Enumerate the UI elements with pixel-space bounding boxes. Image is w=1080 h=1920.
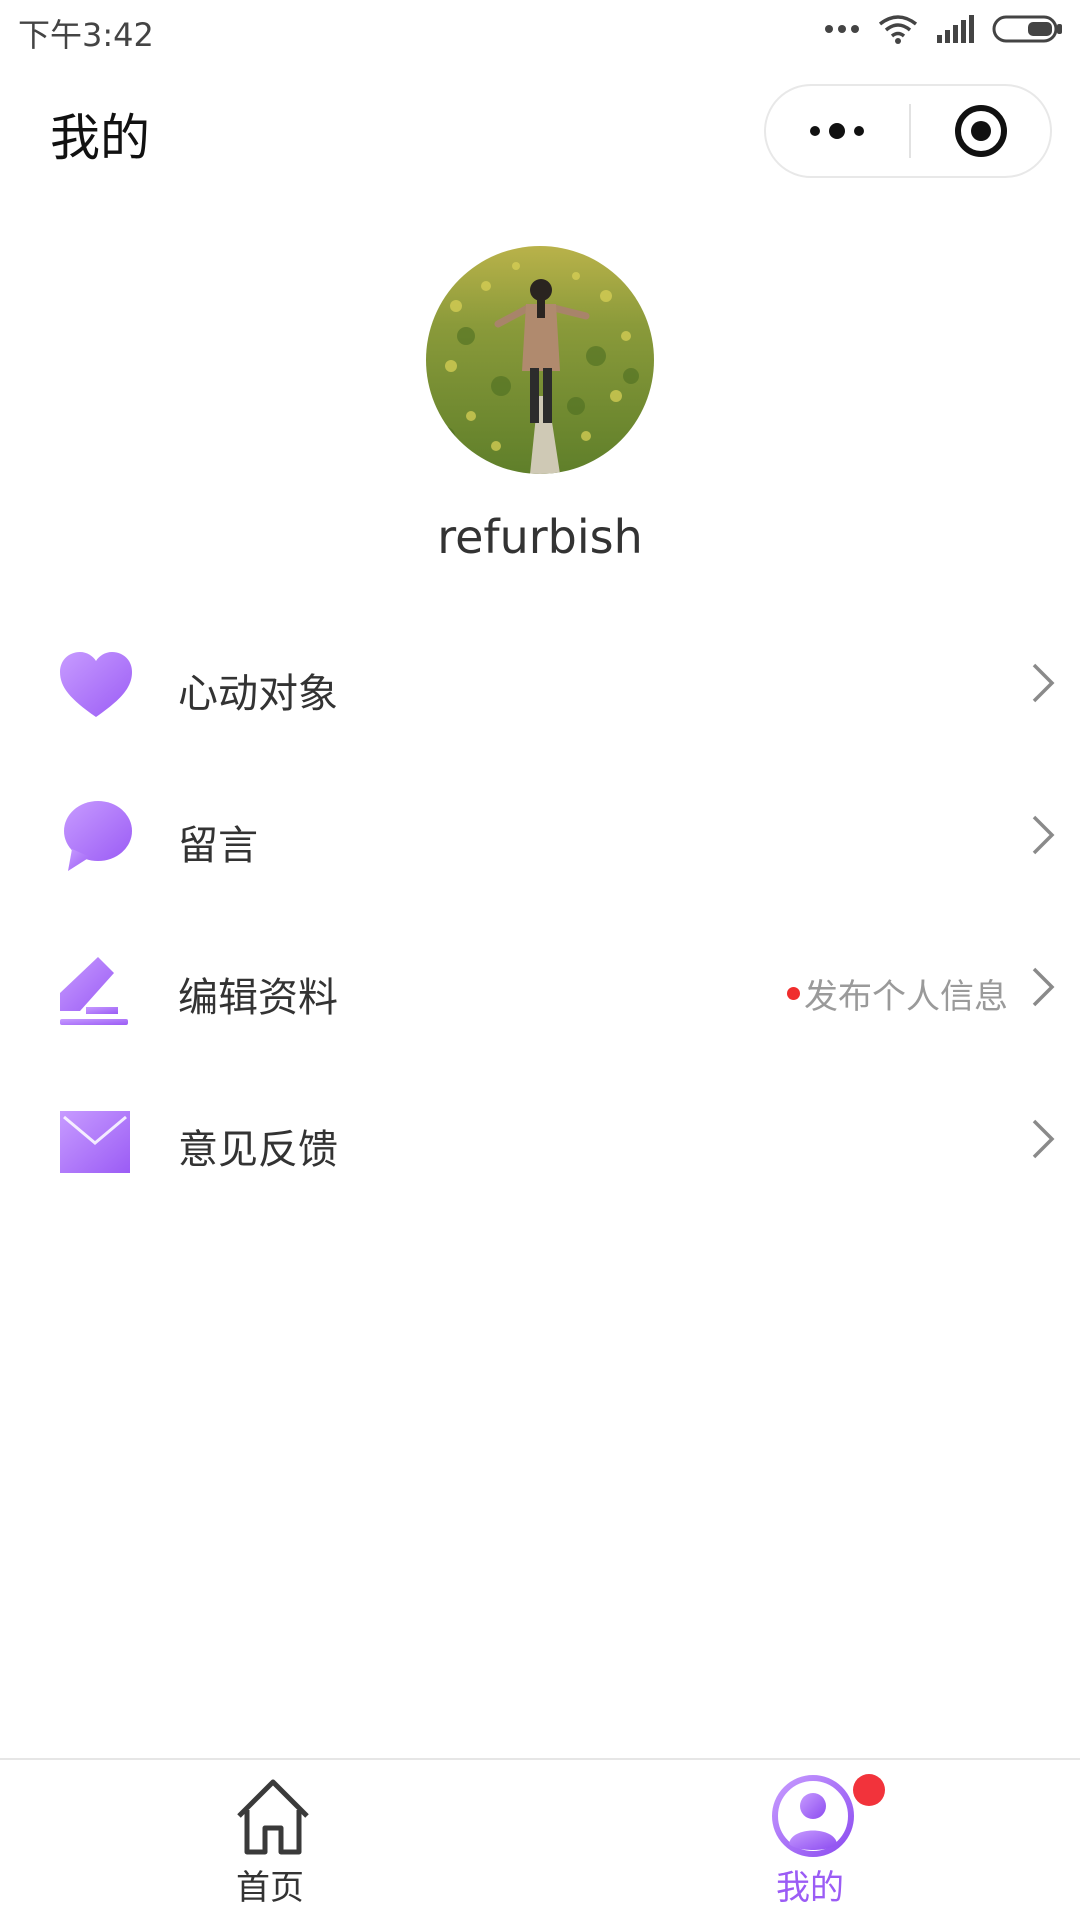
menu-label: 心动对象 — [178, 671, 338, 717]
more-icon — [810, 123, 864, 139]
tab-home[interactable]: 首页 — [135, 1760, 405, 1920]
chevron-right-icon — [1032, 1119, 1055, 1159]
menu-label: 编辑资料 — [178, 975, 338, 1021]
capsule-divider — [909, 104, 911, 158]
tab-label: 我的 — [776, 1868, 844, 1908]
more-button[interactable] — [766, 86, 908, 176]
battery-icon — [992, 14, 1064, 44]
tab-label: 首页 — [236, 1868, 304, 1908]
home-icon — [237, 1779, 309, 1855]
signal-icon — [936, 15, 974, 43]
envelope-icon — [56, 1101, 136, 1181]
mini-program-capsule — [764, 84, 1052, 178]
tab-mine[interactable]: 我的 — [675, 1760, 945, 1920]
more-dots-icon — [824, 23, 860, 35]
page-title: 我的 — [50, 109, 150, 167]
chevron-right-icon — [1032, 967, 1055, 1007]
menu-label: 意见反馈 — [178, 1127, 338, 1173]
chevron-right-icon — [1032, 663, 1055, 703]
status-bar: 下午3:42 — [0, 0, 1080, 66]
hint-text: 发布个人信息 — [804, 977, 1008, 1017]
avatar[interactable] — [426, 246, 654, 474]
menu-item-edit-profile[interactable]: 编辑资料 发布个人信息 — [0, 915, 1080, 1067]
notification-badge — [853, 1774, 885, 1806]
heart-icon — [56, 645, 136, 725]
username: refurbish — [437, 510, 643, 564]
tab-bar: 首页 我的 — [0, 1758, 1080, 1920]
menu-item-messages[interactable]: 留言 — [0, 763, 1080, 915]
chevron-right-icon — [1032, 815, 1055, 855]
menu-label: 留言 — [178, 823, 258, 869]
chat-bubble-icon — [56, 797, 136, 877]
edit-pen-icon — [56, 949, 136, 1029]
publish-info-hint: 发布个人信息 — [787, 969, 1008, 1018]
menu-item-favorites[interactable]: 心动对象 — [0, 611, 1080, 763]
menu-item-feedback[interactable]: 意见反馈 — [0, 1067, 1080, 1219]
page: 下午3:42 我的 refurbish 心动对象 留言 编辑资料 发布个人信息 … — [0, 0, 1080, 1920]
status-icons — [824, 14, 1064, 44]
avatar-photo — [426, 246, 654, 474]
user-icon — [772, 1775, 854, 1857]
close-target-icon — [955, 105, 1007, 157]
wifi-icon — [878, 14, 918, 44]
status-time: 下午3:42 — [18, 16, 154, 54]
red-dot-badge — [787, 987, 800, 1000]
close-button[interactable] — [912, 86, 1050, 176]
